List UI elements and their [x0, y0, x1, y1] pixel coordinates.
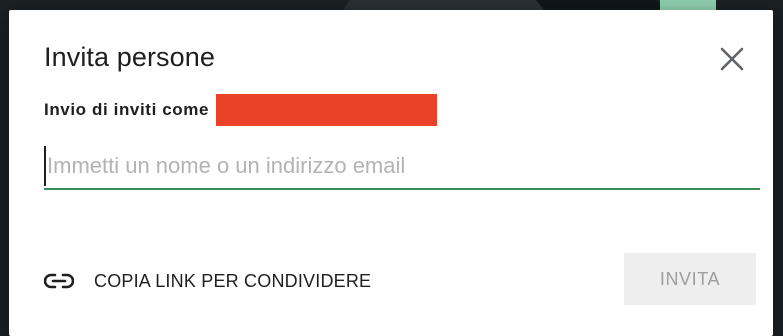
invite-people-dialog: Invita persone Invio di inviti come COPI…: [9, 10, 773, 336]
dialog-title: Invita persone: [44, 42, 216, 72]
background-shape: [660, 0, 716, 10]
text-cursor: [44, 146, 46, 186]
redacted-sender-email: [216, 94, 438, 126]
close-icon: [720, 47, 744, 71]
copy-link-button[interactable]: COPIA LINK PER CONDIVIDERE: [44, 263, 371, 299]
sender-label: Invio di inviti come: [44, 100, 210, 119]
invite-button[interactable]: INVITA: [624, 253, 756, 305]
close-button[interactable]: [717, 44, 747, 74]
link-icon: [44, 273, 74, 289]
email-input[interactable]: [47, 142, 747, 186]
email-field-container: [44, 142, 760, 190]
copy-link-label: COPIA LINK PER CONDIVIDERE: [94, 270, 372, 291]
sender-row: Invio di inviti come: [44, 94, 438, 126]
